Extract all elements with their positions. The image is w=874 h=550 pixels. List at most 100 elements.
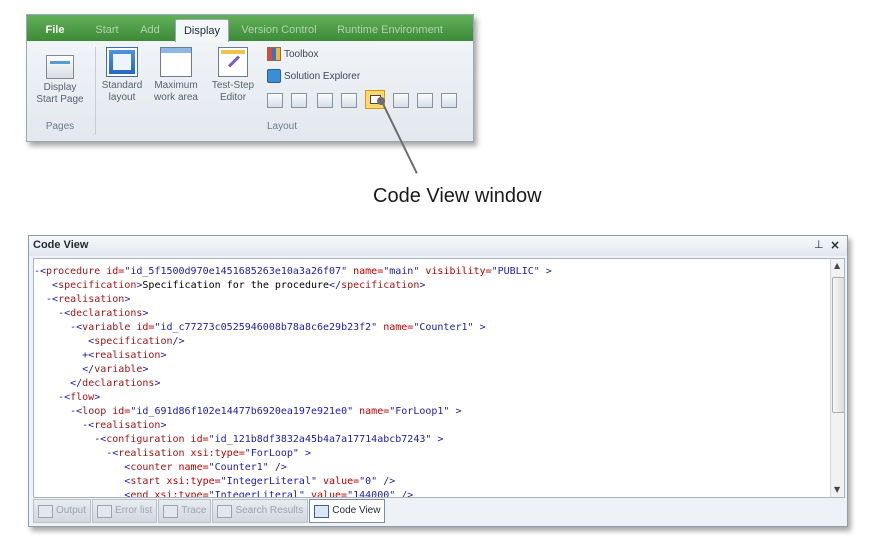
tab-error-list-label: Error list bbox=[115, 505, 153, 516]
code-token: variable bbox=[82, 322, 131, 333]
code-token: > bbox=[160, 350, 167, 361]
code-token: -< bbox=[34, 434, 107, 445]
tab-version-control[interactable]: Version Control bbox=[237, 19, 321, 41]
solution-explorer-button[interactable]: Solution Explorer bbox=[267, 69, 360, 83]
display-start-page-button[interactable]: Display Start Page bbox=[35, 49, 85, 106]
code-token: "ForLoop1" bbox=[389, 406, 450, 417]
group-label-pages: Pages bbox=[45, 121, 75, 132]
code-token: > bbox=[154, 378, 161, 389]
output-window-icon[interactable] bbox=[267, 93, 283, 108]
tab-search-results-label: Search Results bbox=[235, 505, 304, 516]
code-line: -<declarations> bbox=[34, 307, 552, 321]
tab-output-label: Output bbox=[56, 505, 87, 516]
tab-add[interactable]: Add bbox=[135, 19, 165, 41]
properties-window-icon[interactable] bbox=[393, 93, 409, 108]
code-token: id= bbox=[184, 434, 209, 445]
vertical-scrollbar[interactable]: ▲ ▼ bbox=[830, 259, 844, 497]
code-token: +< bbox=[34, 350, 95, 361]
code-token: "144000" bbox=[347, 490, 396, 498]
code-token: value= bbox=[304, 490, 348, 498]
code-token: < bbox=[34, 490, 131, 498]
code-token: xsi:type= bbox=[184, 448, 245, 459]
code-line: <start xsi:type="IntegerLiteral" value="… bbox=[34, 475, 552, 489]
code-token: "Counter1" bbox=[208, 462, 269, 473]
trace-icon bbox=[163, 504, 179, 518]
tab-start[interactable]: Start bbox=[89, 19, 125, 41]
maximum-work-area-label: Maximum work area bbox=[154, 80, 198, 103]
code-token: -< bbox=[34, 420, 95, 431]
code-view-icon bbox=[314, 504, 330, 518]
code-token: id= bbox=[100, 266, 125, 277]
code-token: "id_691d86f102e14477b6920ea197e921e0" bbox=[130, 406, 354, 417]
scroll-down-icon[interactable]: ▼ bbox=[834, 485, 840, 494]
code-token: > bbox=[142, 364, 149, 375]
code-line: -<configuration id="id_121b8df3832a45b4a… bbox=[34, 433, 552, 447]
code-line: +<realisation> bbox=[34, 349, 552, 363]
tab-display[interactable]: Display bbox=[175, 19, 229, 42]
dependencies-window-icon[interactable] bbox=[417, 93, 433, 108]
code-token: /> bbox=[268, 462, 287, 473]
tab-trace[interactable]: Trace bbox=[158, 499, 212, 523]
code-line: <end xsi:type="IntegerLiteral" value="14… bbox=[34, 489, 552, 498]
tab-runtime-environment[interactable]: Runtime Environment bbox=[333, 19, 447, 41]
code-view-window: Code View ⊥ × -<procedure id="id_5f1500d… bbox=[28, 235, 848, 527]
code-token: > bbox=[94, 392, 101, 403]
maximum-work-area-button[interactable]: Maximum work area bbox=[149, 47, 203, 104]
code-token: xsi:type= bbox=[160, 476, 221, 487]
code-token: declarations bbox=[82, 378, 155, 389]
code-token: -< bbox=[34, 392, 71, 403]
code-token: "id_c77273c0525946008b78a8c6e29b23f2" bbox=[154, 322, 378, 333]
callout-label: Code View window bbox=[373, 185, 542, 207]
test-step-editor-icon bbox=[218, 47, 248, 77]
group-separator bbox=[95, 47, 96, 135]
code-token: realisation bbox=[94, 420, 161, 431]
code-line: -<realisation> bbox=[34, 293, 552, 307]
code-line: <specification/> bbox=[34, 335, 552, 349]
code-token: "IntegerLiteral" bbox=[208, 490, 305, 498]
pin-icon[interactable]: ⊥ bbox=[814, 238, 824, 251]
tab-output[interactable]: Output bbox=[33, 499, 92, 523]
code-editor[interactable]: -<procedure id="id_5f1500d970e1451685263… bbox=[33, 258, 845, 498]
tab-error-list[interactable]: Error list bbox=[92, 499, 158, 523]
code-view-title: Code View bbox=[33, 239, 89, 251]
tab-file[interactable]: File bbox=[39, 19, 71, 41]
watch-window-icon[interactable] bbox=[441, 93, 457, 108]
solution-explorer-label: Solution Explorer bbox=[284, 70, 361, 82]
code-token: id= bbox=[130, 322, 155, 333]
start-page-icon bbox=[46, 55, 74, 79]
code-token: > bbox=[298, 448, 311, 459]
code-token: name= bbox=[353, 406, 390, 417]
error-list-window-icon[interactable] bbox=[291, 93, 307, 108]
search-results-window-icon[interactable] bbox=[341, 93, 357, 108]
search-results-icon bbox=[217, 504, 233, 518]
code-token: "PUBLIC" bbox=[491, 266, 540, 277]
code-token: "ForLoop" bbox=[244, 448, 299, 459]
code-token: "0" bbox=[359, 476, 378, 487]
toolbox-button[interactable]: Toolbox bbox=[267, 47, 318, 61]
scrollbar-thumb[interactable] bbox=[832, 277, 844, 413]
code-token: > bbox=[142, 308, 149, 319]
test-step-editor-button[interactable]: Test-Step Editor bbox=[207, 47, 259, 104]
code-token: > bbox=[539, 266, 552, 277]
close-icon[interactable]: × bbox=[830, 238, 840, 252]
scroll-up-icon[interactable]: ▲ bbox=[834, 261, 840, 270]
maximum-work-area-icon bbox=[160, 47, 192, 77]
code-token: < bbox=[34, 476, 131, 487]
tab-search-results[interactable]: Search Results bbox=[212, 499, 309, 523]
code-token: -< bbox=[34, 406, 83, 417]
standard-layout-button[interactable]: Standard layout bbox=[99, 47, 145, 104]
code-token: value= bbox=[316, 476, 360, 487]
code-token: > bbox=[124, 294, 131, 305]
trace-window-icon[interactable] bbox=[317, 93, 333, 108]
code-token: "IntegerLiteral" bbox=[220, 476, 317, 487]
code-token: xsi:type= bbox=[148, 490, 209, 498]
code-token: end bbox=[130, 490, 149, 498]
solution-explorer-icon bbox=[267, 69, 281, 83]
code-token: start bbox=[130, 476, 161, 487]
ribbon: File Start Add Display Version Control R… bbox=[26, 14, 474, 142]
tab-code-view[interactable]: Code View bbox=[309, 499, 386, 523]
code-token: flow bbox=[70, 392, 95, 403]
code-line: -<loop id="id_691d86f102e14477b6920ea197… bbox=[34, 405, 552, 419]
code-token: specification bbox=[58, 280, 137, 291]
code-token: Specification for the procedure bbox=[142, 280, 330, 291]
